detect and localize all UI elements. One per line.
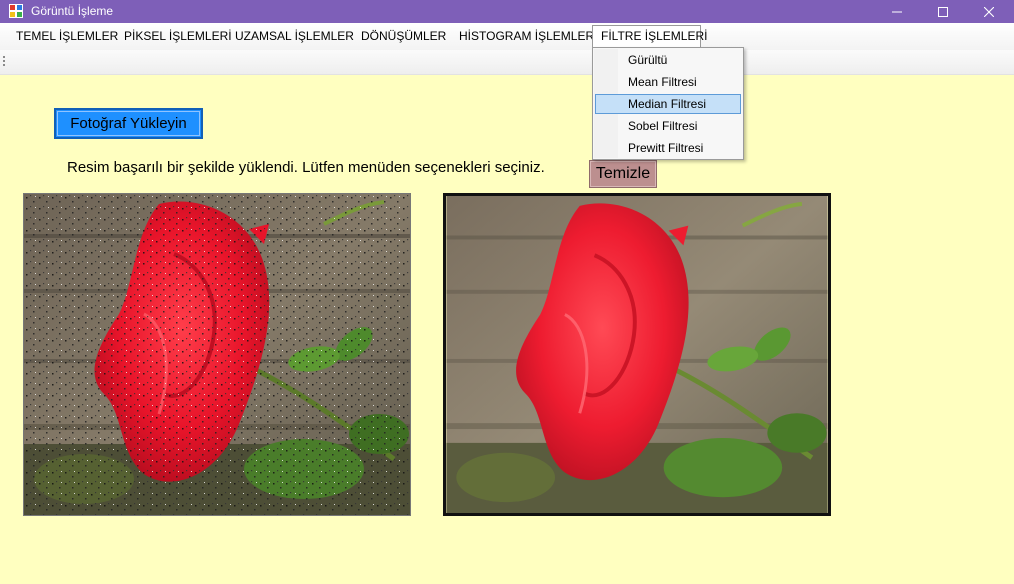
- dropdown-item-sobel-filtresi[interactable]: Sobel Filtresi: [595, 116, 741, 136]
- menu-piksel-islemleri[interactable]: PİKSEL İŞLEMLERİ: [116, 25, 240, 48]
- filter-dropdown-menu: Gürültü Mean Filtresi Median Filtresi So…: [592, 47, 744, 160]
- menu-uzamsal-islemler[interactable]: UZAMSAL İŞLEMLER: [227, 25, 362, 48]
- dropdown-item-median-filtresi[interactable]: Median Filtresi: [595, 94, 741, 114]
- menu-filtre-islemleri[interactable]: FİLTRE İŞLEMLERİ: [592, 25, 707, 48]
- noisy-rose-image: [24, 194, 410, 515]
- app-window-icon: [9, 4, 23, 18]
- median-filtered-rose-image: [446, 196, 828, 513]
- window-title: Görüntü İşleme: [31, 4, 114, 18]
- maximize-icon: [938, 6, 948, 17]
- menu-temel-islemler[interactable]: TEMEL İŞLEMLER: [8, 25, 126, 48]
- title-bar[interactable]: Görüntü İşleme: [0, 0, 1014, 23]
- dropdown-item-gurultu[interactable]: Gürültü: [595, 50, 741, 70]
- menu-bar: TEMEL İŞLEMLER PİKSEL İŞLEMLERİ UZAMSAL …: [0, 23, 1014, 50]
- status-message: Resim başarılı bir şekilde yüklendi. Lüt…: [67, 159, 545, 176]
- menu-histogram-islemleri[interactable]: HİSTOGRAM İŞLEMLERİ: [451, 25, 605, 48]
- minimize-icon: [892, 11, 902, 12]
- maximize-button[interactable]: [920, 0, 966, 23]
- close-icon: [984, 6, 994, 17]
- processed-image-box: [443, 193, 831, 516]
- original-image-box: [23, 193, 411, 516]
- upload-photo-button[interactable]: Fotoğraf Yükleyin: [54, 108, 203, 139]
- clear-button[interactable]: Temizle: [589, 160, 657, 188]
- tool-strip: [0, 50, 1014, 75]
- toolstrip-grip-icon[interactable]: [3, 56, 6, 68]
- minimize-button[interactable]: [874, 0, 920, 23]
- close-button[interactable]: [966, 0, 1012, 23]
- dropdown-item-mean-filtresi[interactable]: Mean Filtresi: [595, 72, 741, 92]
- dropdown-item-prewitt-filtresi[interactable]: Prewitt Filtresi: [595, 138, 741, 158]
- app-window: Görüntü İşleme TEMEL İŞLEMLER PİKSEL İŞL…: [0, 0, 1014, 584]
- menu-donusumler[interactable]: DÖNÜŞÜMLER: [353, 25, 454, 48]
